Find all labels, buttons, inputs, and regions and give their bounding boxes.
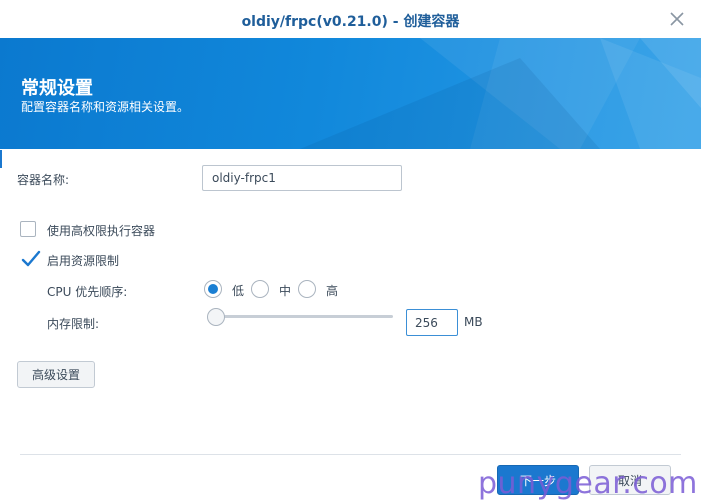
resource-limit-checkbox[interactable] — [20, 250, 41, 267]
banner-subtitle: 配置容器名称和资源相关设置。 — [21, 100, 190, 114]
cancel-button[interactable]: 取消 — [589, 465, 671, 495]
memory-unit-label: MB — [464, 315, 483, 329]
cpu-priority-high-radio[interactable] — [298, 280, 316, 298]
privileged-label: 使用高权限执行容器 — [47, 224, 156, 238]
footer-divider — [20, 454, 681, 455]
banner-title: 常规设置 — [21, 78, 93, 99]
memory-slider-thumb[interactable] — [207, 308, 225, 326]
cpu-priority-label: CPU 优先顺序: — [47, 285, 128, 299]
resource-limit-label: 启用资源限制 — [47, 254, 120, 268]
memory-limit-input[interactable] — [406, 309, 458, 336]
checkmark-icon — [21, 250, 41, 267]
cpu-priority-low-label: 低 — [232, 284, 245, 298]
banner-pattern — [300, 38, 701, 149]
memory-limit-label: 内存限制: — [47, 317, 100, 331]
window-title: oldiy/frpc(v0.21.0) - 创建容器 — [241, 14, 460, 30]
cpu-priority-medium-radio[interactable] — [251, 280, 269, 298]
container-name-label: 容器名称: — [17, 173, 70, 187]
cpu-priority-high-label: 高 — [326, 284, 339, 298]
close-icon[interactable] — [669, 11, 685, 27]
privileged-checkbox[interactable] — [20, 221, 36, 237]
next-button[interactable]: 下一步 — [497, 465, 579, 495]
left-accent-bar — [0, 150, 2, 168]
window-titlebar: oldiy/frpc(v0.21.0) - 创建容器 — [0, 0, 701, 39]
container-name-input[interactable] — [202, 165, 402, 191]
advanced-settings-button[interactable]: 高级设置 — [17, 361, 95, 388]
cpu-priority-low-radio[interactable] — [204, 280, 222, 298]
cpu-priority-medium-label: 中 — [279, 284, 292, 298]
memory-slider-track[interactable] — [216, 315, 393, 318]
header-banner: 常规设置 配置容器名称和资源相关设置。 — [0, 38, 701, 149]
